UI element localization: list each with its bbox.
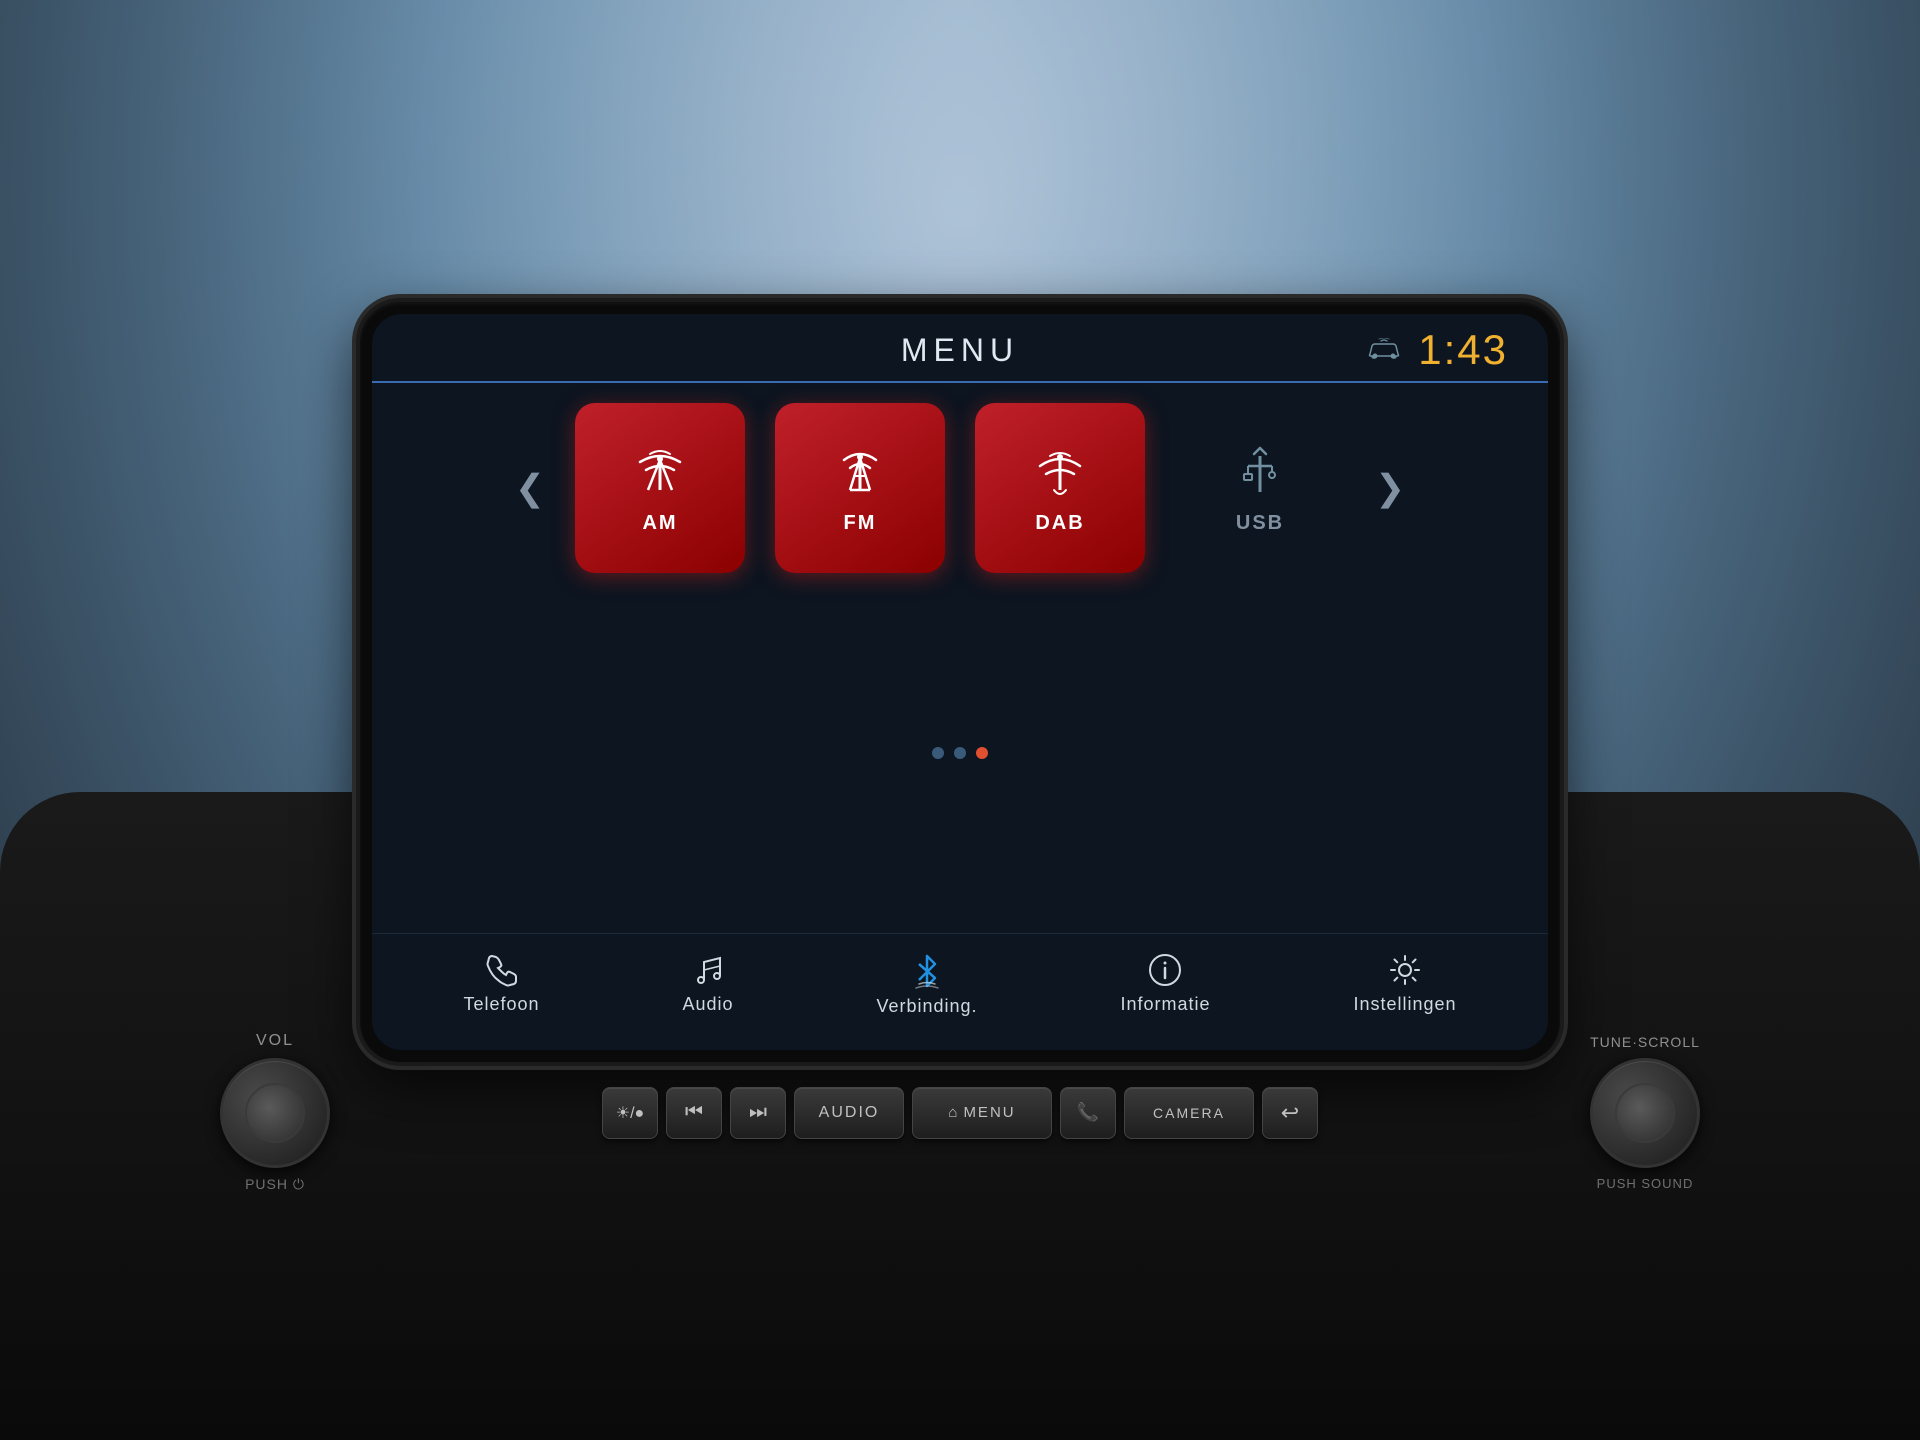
pagination-dots xyxy=(932,747,988,759)
brightness-button[interactable]: ☀/● xyxy=(602,1087,658,1139)
telefoon-label: Telefoon xyxy=(463,994,539,1015)
bluetooth-icon xyxy=(911,952,943,990)
dot-2[interactable] xyxy=(954,747,966,759)
next-button[interactable]: ⏭ xyxy=(730,1087,786,1139)
settings-icon xyxy=(1387,952,1423,988)
tiles-container: AM xyxy=(575,403,1345,573)
nav-item-audio[interactable]: Audio xyxy=(662,944,753,1025)
vol-knob-area: VOL PUSH ⏻ xyxy=(220,1032,330,1193)
physical-controls: VOL PUSH ⏻ ☀/● ⏮ ⏭ AUDIO ⌂ MENU xyxy=(360,1087,1560,1139)
next-icon: ⏭ xyxy=(749,1101,767,1124)
menu-title: MENU xyxy=(901,332,1019,369)
car-status-icon xyxy=(1366,338,1402,362)
audio-label: Audio xyxy=(682,994,733,1015)
push-label: PUSH ⏻ xyxy=(245,1176,305,1193)
instellingen-label: Instellingen xyxy=(1353,994,1456,1015)
camera-button[interactable]: CAMERA xyxy=(1124,1087,1254,1139)
bottom-nav: Telefoon Audio xyxy=(372,933,1548,1040)
tune-knob[interactable] xyxy=(1590,1058,1700,1168)
prev-icon: ⏮ xyxy=(685,1101,703,1124)
vol-label: VOL xyxy=(256,1032,294,1050)
main-container: MENU 1:43 xyxy=(260,302,1660,1139)
phone-hw-button[interactable]: 📞 xyxy=(1060,1087,1116,1139)
am-radio-icon xyxy=(628,440,692,500)
vol-knob[interactable] xyxy=(220,1058,330,1168)
back-button[interactable]: ↩ xyxy=(1262,1087,1318,1139)
infotainment-screen: MENU 1:43 xyxy=(372,314,1548,1050)
nav-arrow-left[interactable]: ❮ xyxy=(485,447,575,529)
dab-label: DAB xyxy=(1035,512,1084,535)
audio-button[interactable]: AUDIO xyxy=(794,1087,904,1139)
screen-header: MENU 1:43 xyxy=(372,314,1548,383)
music-icon xyxy=(690,952,726,988)
brightness-icon: ☀/● xyxy=(616,1103,644,1123)
phone-hw-icon: 📞 xyxy=(1077,1102,1099,1123)
back-icon: ↩ xyxy=(1281,1100,1299,1126)
am-label: AM xyxy=(642,512,677,535)
screen-body: ❮ xyxy=(372,383,1548,1050)
usb-tile[interactable]: USB xyxy=(1175,403,1345,573)
clock-display: 1:43 xyxy=(1418,326,1508,374)
tune-label: TUNE·SCROLL xyxy=(1590,1034,1700,1050)
dot-3-active[interactable] xyxy=(976,747,988,759)
nav-arrow-right[interactable]: ❯ xyxy=(1345,447,1435,529)
home-icon: ⌂ xyxy=(948,1104,959,1121)
dab-tile[interactable]: DAB xyxy=(975,403,1145,573)
hardware-button-row: ☀/● ⏮ ⏭ AUDIO ⌂ MENU 📞 CAMERA xyxy=(602,1087,1318,1139)
nav-item-verbinding[interactable]: Verbinding. xyxy=(856,944,997,1025)
dot-1[interactable] xyxy=(932,747,944,759)
am-tile[interactable]: AM xyxy=(575,403,745,573)
usb-label: USB xyxy=(1236,512,1284,535)
informatie-label: Informatie xyxy=(1120,994,1210,1015)
audio-button-label: AUDIO xyxy=(819,1104,880,1122)
fm-tile[interactable]: FM xyxy=(775,403,945,573)
camera-button-label: CAMERA xyxy=(1153,1105,1225,1121)
tune-knob-inner xyxy=(1615,1083,1675,1143)
fm-label: FM xyxy=(844,512,877,535)
tune-knob-area: TUNE·SCROLL PUSH SOUND xyxy=(1590,1034,1700,1191)
vol-knob-inner xyxy=(245,1083,305,1143)
usb-icon xyxy=(1232,440,1288,500)
header-right: 1:43 xyxy=(1366,326,1508,374)
push-sound-label: PUSH SOUND xyxy=(1597,1176,1694,1191)
nav-item-telefoon[interactable]: Telefoon xyxy=(443,944,559,1025)
menu-button[interactable]: ⌂ MENU xyxy=(912,1087,1052,1139)
menu-button-label: MENU xyxy=(963,1104,1015,1121)
nav-item-informatie[interactable]: Informatie xyxy=(1100,944,1230,1025)
tiles-row: ❮ xyxy=(372,403,1548,573)
screen-bezel: MENU 1:43 xyxy=(360,302,1560,1062)
fm-radio-icon xyxy=(828,440,892,500)
dab-radio-icon xyxy=(1028,440,1092,500)
info-icon xyxy=(1147,952,1183,988)
verbinding-label: Verbinding. xyxy=(876,996,977,1017)
phone-icon xyxy=(484,952,520,988)
nav-item-instellingen[interactable]: Instellingen xyxy=(1333,944,1476,1025)
prev-button[interactable]: ⏮ xyxy=(666,1087,722,1139)
